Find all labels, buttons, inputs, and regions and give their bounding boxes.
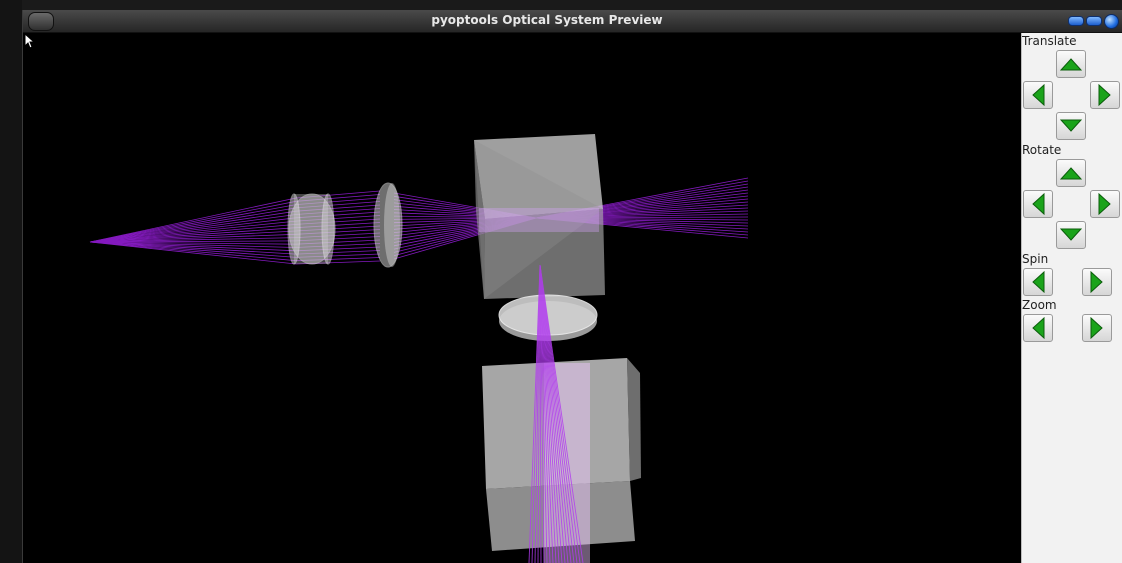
right-arrow-icon: [1098, 193, 1111, 215]
translate-up-button[interactable]: [1056, 50, 1086, 78]
rotate-down-button[interactable]: [1056, 221, 1086, 249]
translate-down-button[interactable]: [1056, 112, 1086, 140]
ray-line: [89, 241, 297, 265]
up-arrow-icon: [1060, 167, 1082, 180]
window-title: pyoptools Optical System Preview: [431, 13, 663, 27]
spin-label: Spin: [1022, 252, 1049, 266]
lower-cube: [482, 358, 641, 563]
3d-viewport[interactable]: [24, 33, 1020, 563]
lens-2: [373, 182, 403, 268]
preview-window: pyoptools Optical System Preview Transla…: [22, 10, 1122, 563]
minimize-button[interactable]: [1068, 16, 1084, 26]
optical-scene: [89, 134, 749, 563]
spin-left-button[interactable]: [1023, 268, 1053, 296]
maximize-button[interactable]: [1086, 16, 1102, 26]
left-arrow-icon: [1032, 193, 1045, 215]
right-arrow-icon: [1090, 317, 1103, 339]
close-button[interactable]: [1104, 13, 1119, 29]
view-controls-panel: Translate Rotate Spin Zoom: [1021, 33, 1122, 563]
spin-right-button[interactable]: [1082, 268, 1112, 296]
down-arrow-icon: [1060, 228, 1082, 241]
rotate-label: Rotate: [1022, 143, 1062, 157]
ray-line: [89, 224, 297, 243]
translate-left-button[interactable]: [1023, 81, 1053, 109]
title-bar[interactable]: pyoptools Optical System Preview: [23, 10, 1122, 33]
right-arrow-icon: [1090, 271, 1103, 293]
down-arrow-icon: [1060, 119, 1082, 132]
translate-right-button[interactable]: [1090, 81, 1120, 109]
desktop-left-edge: [0, 0, 22, 563]
rotate-up-button[interactable]: [1056, 159, 1086, 187]
up-arrow-icon: [1060, 58, 1082, 71]
lens-1: [287, 193, 336, 265]
left-arrow-icon: [1032, 317, 1045, 339]
left-arrow-icon: [1032, 84, 1045, 106]
desktop-top-strip: [0, 0, 1122, 10]
zoom-out-button[interactable]: [1023, 314, 1053, 342]
zoom-label: Zoom: [1022, 298, 1057, 312]
zoom-in-button[interactable]: [1082, 314, 1112, 342]
ray-bundle: [89, 177, 749, 265]
right-arrow-icon: [1098, 84, 1111, 106]
translate-label: Translate: [1022, 34, 1077, 48]
rotate-left-button[interactable]: [1023, 190, 1053, 218]
mouse-pointer-icon: [24, 33, 36, 49]
ray-line: [89, 220, 297, 243]
window-controls: [1068, 13, 1119, 29]
rotate-right-button[interactable]: [1090, 190, 1120, 218]
ray-line: [89, 210, 297, 243]
left-arrow-icon: [1032, 271, 1045, 293]
